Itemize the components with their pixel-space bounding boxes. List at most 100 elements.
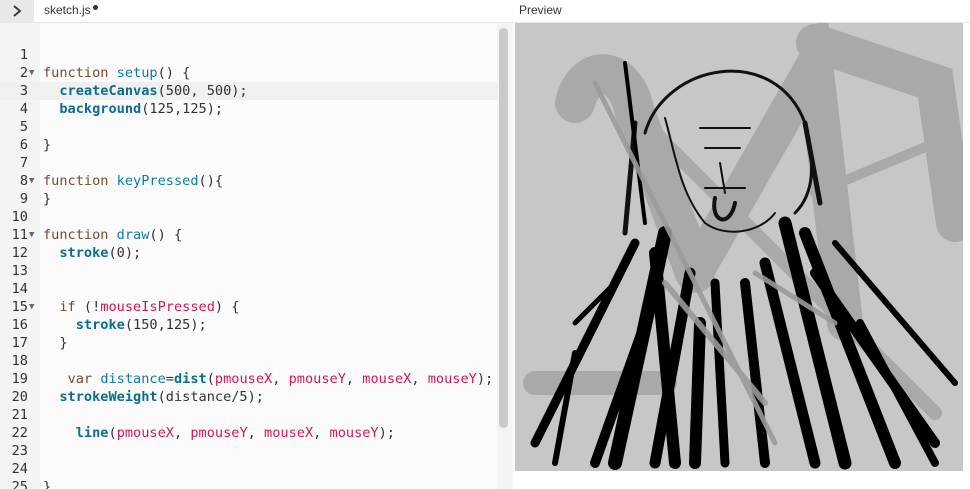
code-token: , [313, 425, 330, 441]
code-line[interactable]: 7 [0, 154, 497, 172]
code-token: createCanvas [59, 83, 158, 99]
code-line[interactable]: 12 stroke(0); [0, 244, 497, 262]
code-line[interactable]: 2 ▼ function setup() { [0, 64, 497, 82]
code-token: ( [108, 425, 117, 441]
code-token: setup [116, 65, 158, 81]
code-token: } [43, 479, 52, 489]
code-line[interactable]: 8 ▼ function keyPressed(){ [0, 172, 497, 190]
code-text: function draw() { [43, 226, 182, 244]
code-token: (distance/5); [157, 389, 264, 405]
code-token: mouseY [329, 425, 379, 441]
line-number: 2 [19, 65, 28, 81]
code-line[interactable]: 11 ▼ function draw() { [0, 226, 497, 244]
line-number: 15 [11, 299, 28, 315]
code-token: , [411, 371, 428, 387]
file-tab-name[interactable]: sketch.js [44, 3, 91, 17]
sketch-canvas[interactable] [515, 23, 963, 471]
editor-header: sketch.js Preview [0, 0, 970, 23]
code-text: strokeWeight(distance/5); [43, 388, 264, 406]
code-line[interactable]: 21 [0, 406, 497, 424]
code-line[interactable]: 15 ▼ if (!mouseIsPressed) { [0, 298, 497, 316]
code-token: mouseX [362, 371, 412, 387]
code-token: background [59, 101, 142, 117]
fold-arrow-icon[interactable]: ▼ [29, 298, 34, 316]
code-text: line(pmouseX, pmouseY, mouseX, mouseY); [43, 424, 395, 442]
code-token: (0); [108, 245, 142, 261]
code-token: , [272, 371, 289, 387]
code-editor[interactable]: 1 2 ▼ function setup() {3 createCanvas(500,… [0, 23, 497, 489]
line-number: 1 [19, 47, 28, 63]
code-token: mouseX [264, 425, 314, 441]
code-token: line [75, 425, 109, 441]
code-line[interactable]: 22 line(pmouseX, pmouseY, mouseX, mouseY… [0, 424, 497, 442]
code-token: ( [206, 371, 215, 387]
line-number: 12 [11, 245, 28, 261]
code-text: function setup() { [43, 64, 190, 82]
fold-arrow-icon[interactable]: ▼ [29, 172, 34, 190]
code-token: } [43, 191, 52, 207]
editor-scrollbar-thumb[interactable] [499, 28, 508, 428]
code-line[interactable]: 4 background(125,125); [0, 100, 497, 118]
code-line[interactable]: 25} [0, 478, 497, 489]
code-text: stroke(0); [43, 244, 141, 262]
line-number: 6 [19, 137, 28, 153]
line-number: 14 [11, 281, 28, 297]
code-text: function keyPressed(){ [43, 172, 223, 190]
code-line[interactable]: 6} [0, 136, 497, 154]
line-number: 25 [11, 479, 28, 489]
code-token: = [165, 371, 174, 387]
code-line[interactable]: 18 [0, 352, 497, 370]
code-line[interactable]: 16 stroke(150,125); [0, 316, 497, 334]
code-text: } [43, 136, 51, 154]
code-line[interactable]: 20 strokeWeight(distance/5); [0, 388, 497, 406]
line-number: 13 [11, 263, 28, 279]
code-line[interactable]: 1 [0, 46, 497, 64]
code-line[interactable]: 3 createCanvas(500, 500); [0, 82, 497, 100]
code-text: stroke(150,125); [43, 316, 207, 334]
code-token: function [43, 65, 117, 81]
code-text: if (!mouseIsPressed) { [43, 298, 239, 316]
code-line[interactable]: 10 [0, 208, 497, 226]
code-token: (! [75, 299, 101, 315]
line-number: 7 [19, 155, 28, 171]
line-number: 10 [11, 209, 28, 225]
code-token: function [43, 227, 117, 243]
code-line[interactable]: 13 [0, 262, 497, 280]
code-line[interactable]: 23 [0, 442, 497, 460]
code-line[interactable]: 14 [0, 280, 497, 298]
code-token: (){ [198, 173, 224, 189]
code-line[interactable]: 5 [0, 118, 497, 136]
code-token: strokeWeight [59, 389, 158, 405]
code-token: } [43, 335, 68, 351]
unsaved-indicator [93, 5, 98, 10]
code-token: var [67, 371, 93, 387]
line-number: 20 [11, 389, 28, 405]
code-token: stroke [75, 317, 125, 333]
code-token: mouseIsPressed [100, 299, 215, 315]
line-number: 3 [19, 83, 28, 99]
line-number: 18 [11, 353, 28, 369]
code-token: dist [173, 371, 207, 387]
code-token: keyPressed [116, 173, 199, 189]
code-token: (500, 500); [157, 83, 248, 99]
code-line[interactable]: 24 [0, 460, 497, 478]
code-line[interactable]: 9} [0, 190, 497, 208]
line-number: 17 [11, 335, 28, 351]
line-number: 11 [11, 227, 28, 243]
line-number: 16 [11, 317, 28, 333]
code-text: } [43, 190, 51, 208]
code-text: createCanvas(500, 500); [43, 82, 248, 100]
code-line[interactable]: 19 var distance=dist(pmouseX, pmouseY, m… [0, 370, 497, 388]
fold-arrow-icon[interactable]: ▼ [29, 64, 34, 82]
code-line[interactable]: 17 } [0, 334, 497, 352]
code-text: var distance=dist(pmouseX, pmouseY, mous… [43, 370, 494, 388]
code-token: pmouseX [214, 371, 273, 387]
collapse-sidebar-button[interactable] [0, 0, 34, 22]
fold-arrow-icon[interactable]: ▼ [29, 226, 34, 244]
line-number: 23 [11, 443, 28, 459]
